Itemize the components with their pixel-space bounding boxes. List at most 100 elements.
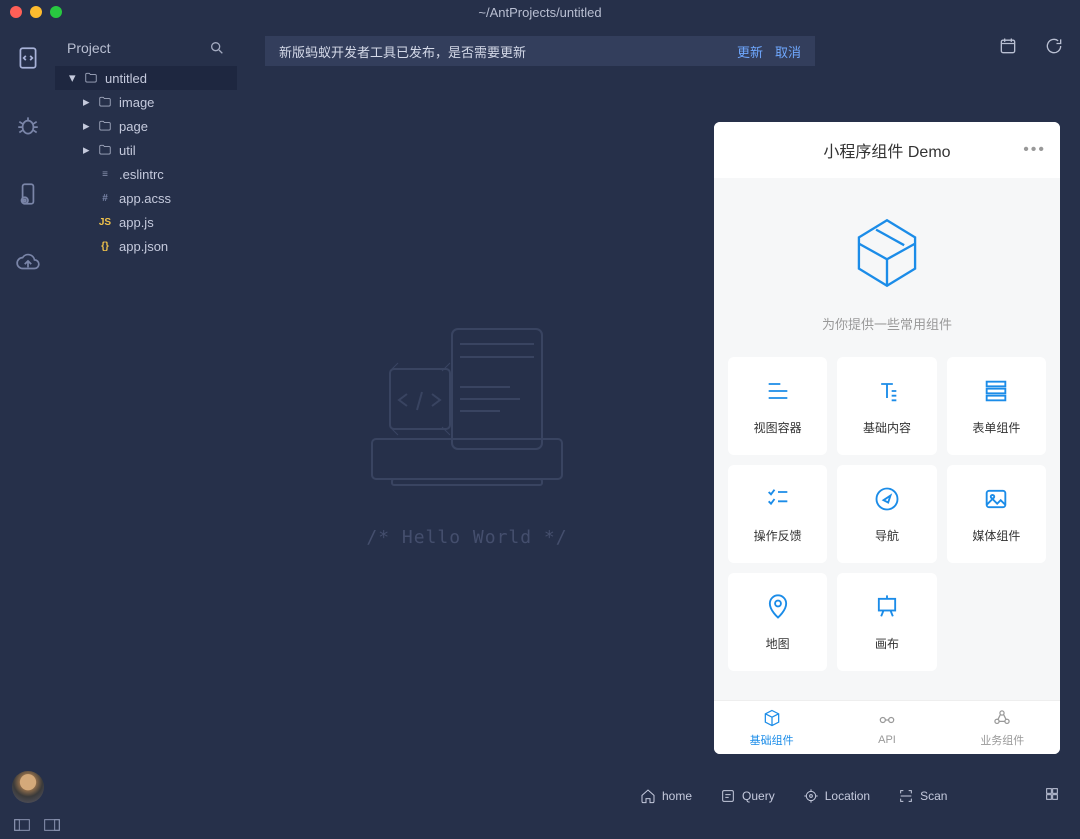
grid-item-feedback[interactable]: 操作反馈 [728,465,827,563]
activity-bar [0,24,55,839]
js-file-icon: JS [97,217,113,228]
grid-icon [1044,786,1060,802]
toolbar-item-label: Location [825,789,870,803]
toolbar-item-label: home [662,789,692,803]
tree-root[interactable]: ▾ untitled [55,66,237,90]
toolbar-item-label: Query [742,789,775,803]
form-icon [982,377,1010,405]
tab-label: 业务组件 [980,732,1024,748]
tab-api[interactable]: API [829,701,944,754]
grid-item-canvas[interactable]: 画布 [837,573,936,671]
tree-file-label: app.json [119,239,168,254]
device-gear-icon [15,181,41,207]
activity-explorer[interactable] [14,44,42,72]
json-file-icon: {} [97,241,113,252]
sim-location-button[interactable]: Location [803,788,870,804]
tree-file[interactable]: # app.acss [55,186,237,210]
demo-logo-icon [848,214,926,292]
activity-cloud[interactable] [14,248,42,276]
grid-item-label: 地图 [766,635,790,652]
titlebar: ~/AntProjects/untitled [0,0,1080,24]
tree-folder-label: util [119,143,136,158]
grid-item-label: 导航 [875,527,899,544]
tab-label: 基础组件 [750,732,794,748]
grid-item-label: 画布 [875,635,899,652]
activity-device[interactable] [14,180,42,208]
tree-file-label: .eslintrc [119,167,164,182]
grid-item-view-container[interactable]: 视图容器 [728,357,827,455]
layout-right-icon[interactable] [44,818,60,836]
notification-text: 新版蚂蚁开发者工具已发布，是否需要更新 [279,42,526,61]
tree-file-label: app.acss [119,191,171,206]
tree-folder-label: image [119,95,154,110]
activity-debug[interactable] [14,112,42,140]
placeholder-illustration-icon [352,319,582,499]
project-sidebar: Project ▾ untitled ▸ image ▸ page ▸ [55,24,237,839]
tree-folder-label: page [119,119,148,134]
scan-icon [898,788,914,804]
grid-item-label: 操作反馈 [754,527,802,544]
preview-subtitle: 为你提供一些常用组件 [822,314,952,333]
preview-tabbar: 基础组件 API 业务组件 [714,700,1060,754]
compass-icon [873,485,901,513]
more-icon[interactable]: ••• [1023,141,1046,159]
location-icon [803,788,819,804]
tree-folder[interactable]: ▸ page [55,114,237,138]
api-icon [877,710,897,730]
config-file-icon: ≡ [97,169,113,180]
tab-business-components[interactable]: 业务组件 [945,701,1060,754]
search-icon[interactable] [209,40,225,56]
cube-icon [762,708,782,728]
grid-item-form[interactable]: 表单组件 [947,357,1046,455]
sim-scan-button[interactable]: Scan [898,788,947,804]
grid-item-basic-content[interactable]: 基础内容 [837,357,936,455]
tree-file[interactable]: {} app.json [55,234,237,258]
cancel-button[interactable]: 取消 [775,42,801,61]
grid-item-label: 基础内容 [863,419,911,436]
editor-placeholder: /* Hello World */ [297,319,637,548]
grid-item-label: 媒体组件 [972,527,1020,544]
folder-icon [84,71,98,85]
user-avatar[interactable] [12,771,44,803]
grid-item-label: 表单组件 [972,419,1020,436]
image-icon [982,485,1010,513]
window-title: ~/AntProjects/untitled [0,5,1080,20]
simulator-toolbar: home Query Location Scan [640,786,1060,805]
grid-item-map[interactable]: 地图 [728,573,827,671]
tree-folder[interactable]: ▸ util [55,138,237,162]
sim-query-button[interactable]: Query [720,788,775,804]
tree-file[interactable]: JS app.js [55,210,237,234]
calendar-icon[interactable] [998,36,1020,58]
preview-title: 小程序组件 Demo [823,138,950,162]
cloud-upload-icon [15,249,41,275]
folder-icon [98,143,112,157]
tree-file-label: app.js [119,215,154,230]
tab-label: API [878,734,896,746]
tab-basic-components[interactable]: 基础组件 [714,701,829,754]
preview-header: 小程序组件 Demo ••• [714,122,1060,178]
sim-home-button[interactable]: home [640,788,692,804]
tree-root-label: untitled [105,71,147,86]
grid-item-media[interactable]: 媒体组件 [947,465,1046,563]
map-pin-icon [764,593,792,621]
hello-world-text: /* Hello World */ [366,527,567,548]
tree-file[interactable]: ≡ .eslintrc [55,162,237,186]
checklist-icon [764,485,792,513]
sim-grid-button[interactable] [1044,786,1060,805]
tree-folder[interactable]: ▸ image [55,90,237,114]
update-button[interactable]: 更新 [737,42,763,61]
folder-icon [98,95,112,109]
folder-icon [98,119,112,133]
css-file-icon: # [97,193,113,204]
modules-icon [992,708,1012,728]
home-icon [640,788,656,804]
query-icon [720,788,736,804]
grid-item-label: 视图容器 [754,419,802,436]
view-container-icon [764,377,792,405]
canvas-icon [873,593,901,621]
grid-item-navigation[interactable]: 导航 [837,465,936,563]
update-notification: 新版蚂蚁开发者工具已发布，是否需要更新 更新 取消 [265,36,815,66]
layout-left-icon[interactable] [14,818,30,836]
refresh-icon[interactable] [1044,36,1066,58]
toolbar-item-label: Scan [920,789,947,803]
